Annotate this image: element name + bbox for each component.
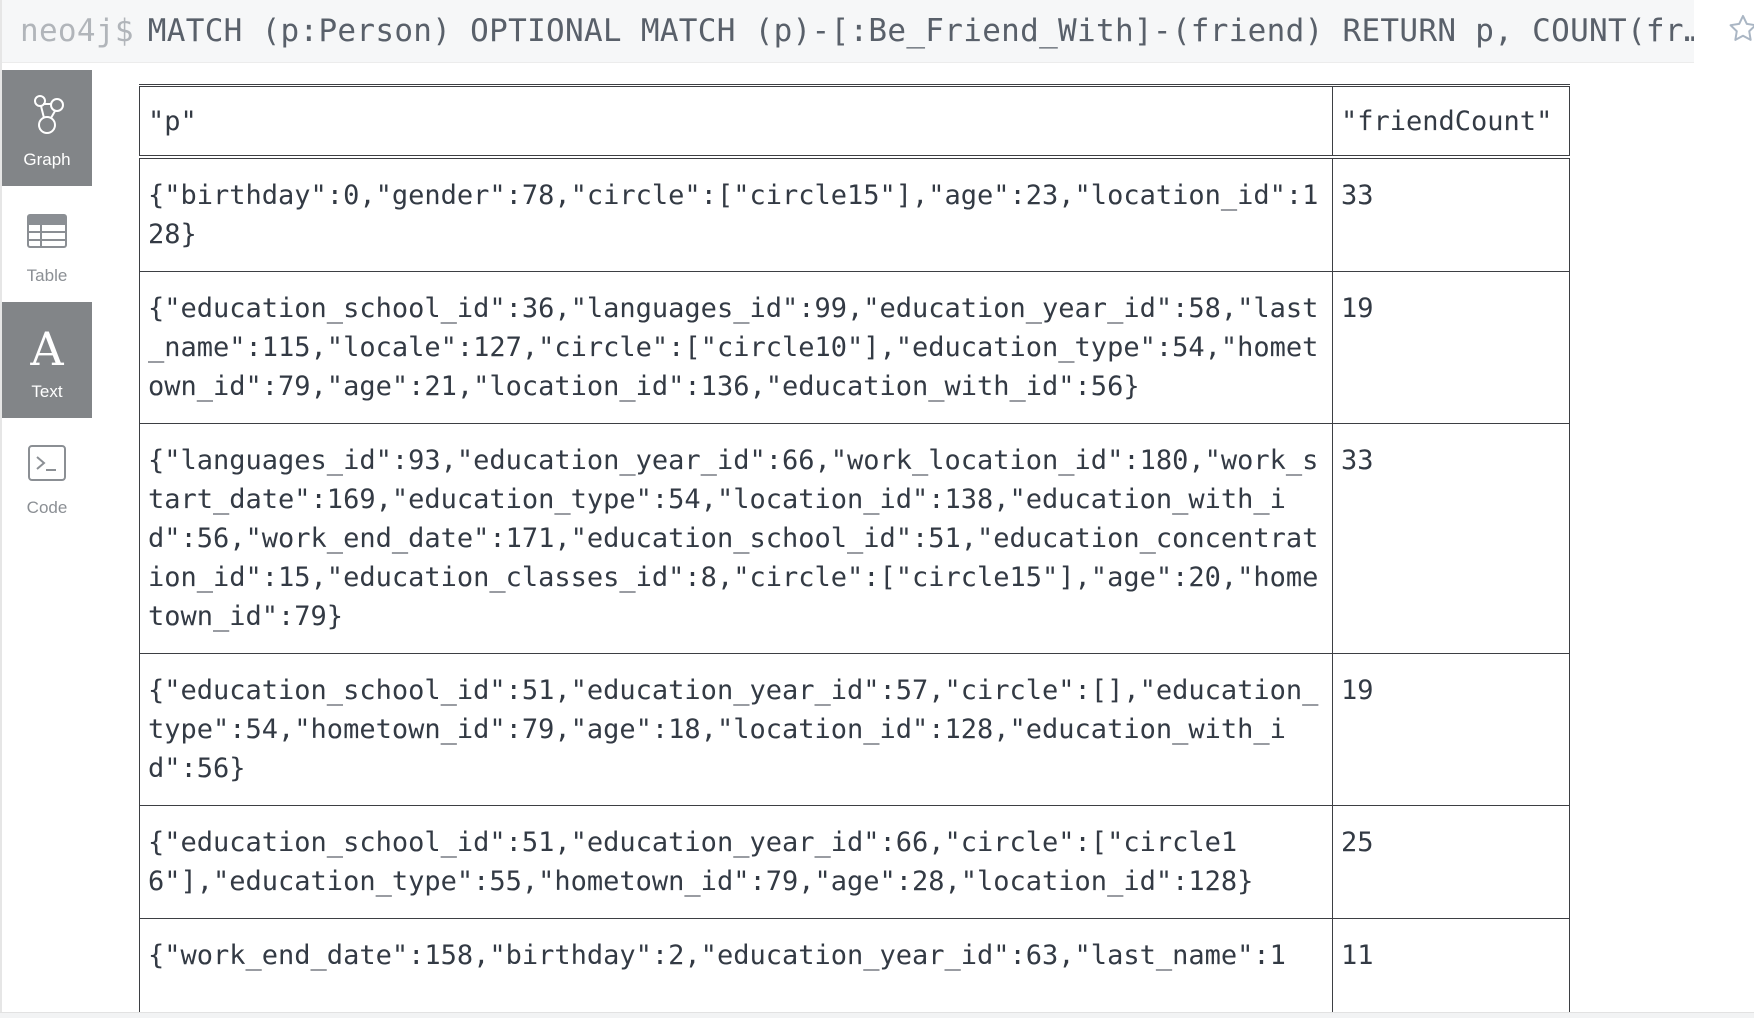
table-row: {"work_end_date":158,"birthday":2,"educa… — [139, 918, 1570, 1012]
cell-friendcount: 33 — [1332, 156, 1570, 272]
graph-icon — [24, 92, 70, 138]
table-row: {"birthday":0,"gender":78,"circle":["cir… — [139, 156, 1570, 272]
table-header-row: "p" "friendCount" — [139, 84, 1570, 159]
table-row: {"education_school_id":51,"education_yea… — [139, 653, 1570, 806]
cell-friendcount: 33 — [1332, 423, 1570, 654]
table-row: {"education_school_id":51,"education_yea… — [139, 805, 1570, 919]
tab-graph-label: Graph — [23, 150, 71, 169]
cell-p: {"work_end_date":158,"birthday":2,"educa… — [139, 918, 1333, 1012]
query-editor[interactable]: neo4j$ MATCH (p:Person) OPTIONAL MATCH (… — [2, 0, 1694, 63]
cell-p: {"education_school_id":36,"languages_id"… — [139, 271, 1333, 424]
result-table: "p" "friendCount" {"birthday":0,"gender"… — [139, 84, 1570, 1012]
cell-friendcount: 25 — [1332, 805, 1570, 919]
cell-friendcount: 11 — [1332, 918, 1570, 1012]
code-icon — [24, 440, 70, 486]
tab-code[interactable]: Code — [2, 418, 92, 534]
star-icon[interactable] — [1726, 12, 1754, 46]
tab-text[interactable]: A Text — [2, 302, 92, 418]
column-header-p: "p" — [139, 84, 1333, 159]
table-row: {"education_school_id":36,"languages_id"… — [139, 271, 1570, 424]
cell-p: {"education_school_id":51,"education_yea… — [139, 805, 1333, 919]
tab-table-label: Table — [26, 266, 68, 285]
tab-table[interactable]: Table — [2, 186, 92, 302]
column-header-friendcount: "friendCount" — [1332, 84, 1570, 159]
query-text[interactable]: MATCH (p:Person) OPTIONAL MATCH (p)-[:Be… — [148, 13, 1694, 49]
query-prompt: neo4j$ — [20, 13, 134, 49]
cell-friendcount: 19 — [1332, 271, 1570, 424]
cell-friendcount: 19 — [1332, 653, 1570, 806]
cell-p: {"education_school_id":51,"education_yea… — [139, 653, 1333, 806]
result-frame: neo4j$ MATCH (p:Person) OPTIONAL MATCH (… — [0, 0, 1754, 1018]
cell-p: {"birthday":0,"gender":78,"circle":["cir… — [139, 156, 1333, 272]
table-row: {"languages_id":93,"education_year_id":6… — [139, 423, 1570, 654]
svg-text:A: A — [29, 325, 64, 369]
text-icon: A — [24, 324, 70, 370]
tab-text-label: Text — [31, 382, 63, 401]
tab-graph[interactable]: Graph — [2, 70, 92, 186]
bottom-border — [0, 1012, 1754, 1018]
result-table-container: "p" "friendCount" {"birthday":0,"gender"… — [139, 84, 1571, 1012]
tab-code-label: Code — [26, 498, 68, 517]
table-icon — [24, 208, 70, 254]
view-switcher: Graph Table A Text Code — [2, 70, 92, 534]
cell-p: {"languages_id":93,"education_year_id":6… — [139, 423, 1333, 654]
